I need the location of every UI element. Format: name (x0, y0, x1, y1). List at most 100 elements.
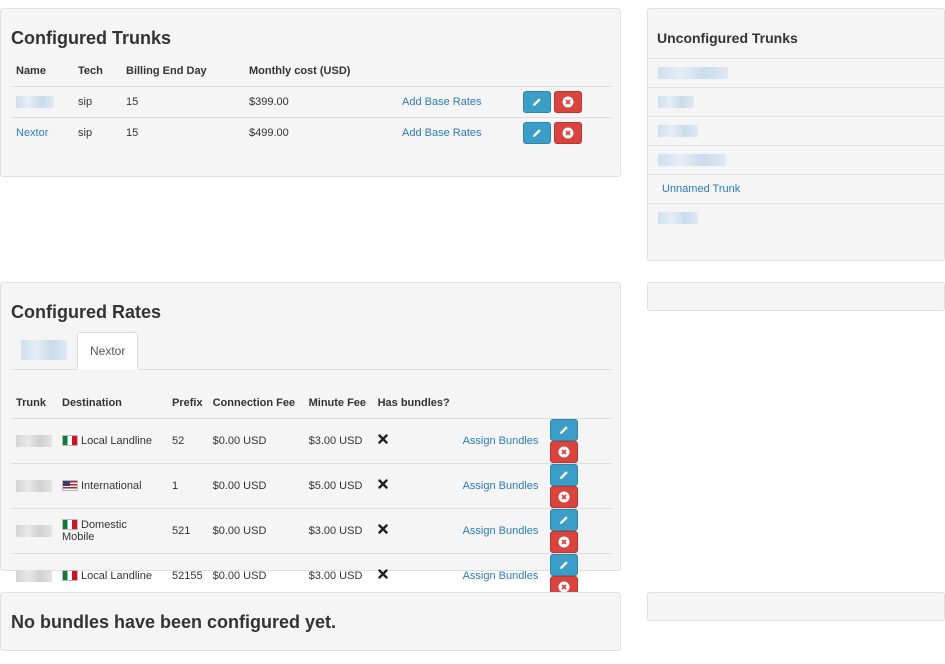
delete-rate-button[interactable] (549, 485, 578, 508)
col-has-bundles: Has bundles? (377, 396, 450, 409)
edit-rate-button[interactable] (549, 463, 578, 486)
configured-trunks-title: Configured Trunks (11, 28, 172, 48)
times-circle-icon (562, 127, 574, 139)
rate-has-bundles (372, 507, 458, 553)
table-row: sip 15 $399.00 Add Base Rates (11, 85, 612, 117)
rates-tabs: Nextor (11, 332, 612, 370)
redacted-trunk-name[interactable] (658, 125, 698, 137)
trunk-name-cell[interactable] (11, 85, 73, 117)
rate-trunk (11, 552, 57, 598)
cross-icon (377, 569, 388, 579)
assign-bundles-link[interactable]: Assign Bundles (463, 525, 539, 537)
delete-rate-button[interactable] (549, 530, 578, 553)
redacted-trunk-name[interactable] (658, 212, 698, 224)
bundles-panel: No bundles have been configured yet. (0, 592, 621, 651)
assign-bundles-link[interactable]: Assign Bundles (463, 480, 539, 492)
delete-trunk-button[interactable] (554, 121, 582, 144)
rate-prefix: 1 (167, 462, 208, 508)
col-destination: Destination (62, 396, 122, 409)
rate-minute-fee: $5.00 USD (303, 462, 373, 508)
col-buttons (545, 388, 612, 418)
rate-minute-fee: $3.00 USD (303, 552, 373, 598)
side-panel-empty (647, 282, 945, 311)
redacted-trunk-name[interactable] (16, 95, 54, 108)
edit-trunk-button[interactable] (523, 121, 551, 144)
pencil-icon (533, 129, 541, 137)
rate-connection-fee: $0.00 USD (207, 552, 304, 598)
trunk-billing-end-day: 15 (121, 116, 244, 148)
configured-rates-title: Configured Rates (11, 302, 162, 322)
col-action (397, 56, 518, 86)
col-connection-fee: Connection Fee (212, 396, 296, 409)
redacted-trunk-name (16, 479, 52, 492)
pencil-icon (559, 560, 568, 569)
table-row: Local Landline 52 $0.00 USD $3.00 USD Assign… (11, 417, 612, 463)
rate-trunk (11, 462, 57, 508)
rate-prefix: 521 (167, 507, 208, 553)
col-minute-fee: Minute Fee (308, 396, 367, 409)
tab-redacted-trunk[interactable] (11, 331, 77, 369)
rate-trunk (11, 417, 57, 463)
rate-has-bundles (372, 462, 458, 508)
rate-minute-fee: $3.00 USD (303, 507, 373, 553)
delete-rate-button[interactable] (549, 440, 578, 463)
list-item[interactable] (648, 87, 944, 116)
configured-rates-panel: Configured Rates Nextor Trunk Destinatio… (0, 282, 621, 598)
rate-connection-fee: $0.00 USD (207, 462, 304, 508)
tab-nextor[interactable]: Nextor (77, 332, 139, 370)
rate-destination-cell: Local Landline (57, 417, 167, 463)
table-row: Local Landline 52155 $0.00 USD $3.00 USD Ass… (11, 552, 612, 598)
mx-flag-icon (62, 570, 78, 582)
times-circle-icon (562, 96, 574, 107)
redacted-tab-label (21, 340, 67, 360)
col-billing-end-day: Billing End Day (126, 64, 207, 77)
redacted-trunk-name[interactable] (658, 96, 694, 108)
list-item[interactable]: Unnamed Trunk (648, 174, 944, 203)
times-circle-icon (558, 536, 570, 547)
delete-trunk-button[interactable] (554, 90, 582, 113)
rate-connection-fee: $0.00 USD (207, 417, 304, 463)
list-item[interactable] (648, 145, 944, 174)
mx-flag-icon (62, 435, 78, 447)
pencil-icon (559, 425, 568, 434)
col-monthly-cost: Monthly cost (USD) (249, 64, 351, 77)
col-prefix: Prefix (172, 396, 203, 409)
list-item[interactable] (648, 58, 944, 87)
trunk-name-link[interactable]: Nextor (16, 127, 48, 139)
us-flag-icon (62, 480, 78, 492)
list-item[interactable] (648, 203, 944, 232)
edit-rate-button[interactable] (549, 418, 578, 441)
edit-rate-button[interactable] (549, 508, 578, 531)
edit-rate-button[interactable] (549, 553, 578, 576)
unconfigured-trunks-panel: Unconfigured Trunks Unnamed Trunk (647, 8, 945, 261)
table-row: International 1 $0.00 USD $5.00 USD Assign B… (11, 462, 612, 508)
times-circle-icon (558, 446, 570, 457)
rate-minute-fee: $3.00 USD (303, 417, 373, 463)
redacted-trunk-name[interactable] (658, 154, 726, 166)
trunk-monthly-cost: $499.00 (244, 116, 397, 148)
table-row: Nextor sip 15 $499.00 Add Base Rates (11, 116, 612, 148)
table-row: Domestic Mobile 521 $0.00 USD $3.00 USD Assi… (11, 507, 612, 553)
bundles-empty-message: No bundles have been configured yet. (11, 612, 337, 632)
trunk-tech: sip (73, 116, 121, 148)
col-action (458, 388, 545, 418)
rate-destination: Local Landline (81, 434, 152, 447)
redacted-trunk-name[interactable] (658, 67, 728, 79)
assign-bundles-link[interactable]: Assign Bundles (463, 570, 539, 582)
assign-bundles-link[interactable]: Assign Bundles (463, 435, 539, 447)
unnamed-trunk-link[interactable]: Unnamed Trunk (662, 183, 740, 195)
cross-icon (377, 524, 388, 534)
rate-trunk (11, 507, 57, 553)
trunk-monthly-cost: $399.00 (244, 85, 397, 117)
rate-prefix: 52 (167, 417, 208, 463)
add-base-rates-link[interactable]: Add Base Rates (402, 127, 482, 139)
rate-destination-cell: Domestic Mobile (57, 507, 167, 553)
times-circle-icon (558, 491, 570, 502)
cross-icon (377, 479, 388, 489)
edit-trunk-button[interactable] (523, 90, 551, 113)
add-base-rates-link[interactable]: Add Base Rates (402, 96, 482, 108)
list-item[interactable] (648, 116, 944, 145)
rate-connection-fee: $0.00 USD (207, 507, 304, 553)
col-tech: Tech (78, 64, 103, 77)
unconfigured-trunks-title: Unconfigured Trunks (657, 30, 798, 46)
